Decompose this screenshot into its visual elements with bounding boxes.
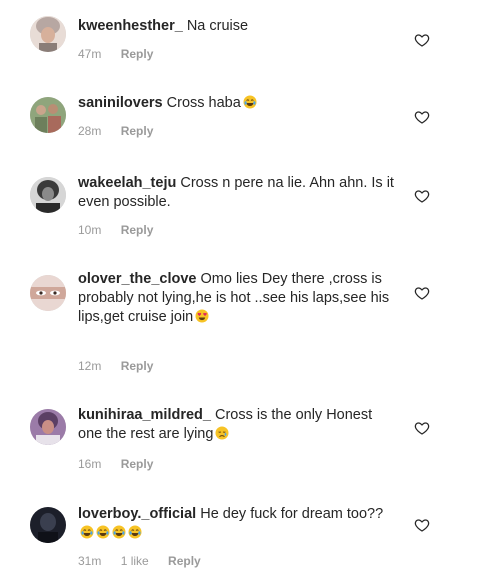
tears-of-joy-emoji-icon <box>112 525 126 539</box>
comment-text-block: loverboy._official He dey fuck for dream… <box>78 505 396 543</box>
avatar[interactable] <box>30 16 66 52</box>
comment-username[interactable]: olover_the_clove <box>78 271 196 287</box>
tears-of-joy-emoji-icon <box>128 525 142 539</box>
reply-button[interactable]: Reply <box>121 124 154 138</box>
comment-text: He dey fuck for dream too?? <box>200 506 384 522</box>
comment-text-block: saninilovers Cross haba <box>78 94 396 113</box>
reply-button[interactable]: Reply <box>168 554 201 568</box>
avatar[interactable] <box>30 275 66 311</box>
comment-time[interactable]: 28m <box>78 124 101 138</box>
tears-of-joy-emoji-icon <box>96 525 110 539</box>
comment-meta: 16m Reply <box>78 457 169 471</box>
comment-meta: 31m 1 like Reply <box>78 554 217 568</box>
comment-username[interactable]: kunihiraa_mildred_ <box>78 407 211 423</box>
avatar[interactable] <box>30 177 66 213</box>
heart-outline-icon[interactable] <box>414 285 430 301</box>
avatar[interactable] <box>30 409 66 445</box>
comment-username[interactable]: wakeelah_teju <box>78 175 176 191</box>
reply-button[interactable]: Reply <box>121 47 154 61</box>
reply-button[interactable]: Reply <box>121 457 154 471</box>
heart-outline-icon[interactable] <box>414 32 430 48</box>
heart-outline-icon[interactable] <box>414 420 430 436</box>
comment-meta: 47m Reply <box>78 47 169 61</box>
heart-outline-icon[interactable] <box>414 188 430 204</box>
comment-time[interactable]: 12m <box>78 359 101 373</box>
like-count[interactable]: 1 like <box>121 554 149 568</box>
comment-time[interactable]: 16m <box>78 457 101 471</box>
crying-face-emoji-icon <box>215 426 229 440</box>
tears-of-joy-emoji-icon <box>243 95 257 109</box>
comment-meta: 10m Reply <box>78 223 169 237</box>
tears-of-joy-emoji-icon <box>80 525 94 539</box>
reply-button[interactable]: Reply <box>121 359 154 373</box>
reply-button[interactable]: Reply <box>121 223 154 237</box>
comment-meta: 12m Reply <box>78 359 169 373</box>
comment-text-block: kunihiraa_mildred_ Cross is the only Hon… <box>78 406 396 444</box>
heart-outline-icon[interactable] <box>414 517 430 533</box>
comment-text: Cross haba <box>166 95 241 111</box>
comment-time[interactable]: 10m <box>78 223 101 237</box>
comment-text-block: wakeelah_teju Cross n pere na lie. Ahn a… <box>78 174 396 212</box>
comment-text: Na cruise <box>186 18 249 34</box>
comment-time[interactable]: 47m <box>78 47 101 61</box>
comment-username[interactable]: loverboy._official <box>78 506 196 522</box>
avatar[interactable] <box>30 97 66 133</box>
avatar[interactable] <box>30 507 66 543</box>
comment-text-block: olover_the_clove Omo lies Dey there ,cro… <box>78 270 396 327</box>
comment-text-block: kweenhesther_ Na cruise <box>78 17 396 36</box>
comment-meta: 28m Reply <box>78 124 169 138</box>
comment-username[interactable]: saninilovers <box>78 95 163 111</box>
heart-outline-icon[interactable] <box>414 109 430 125</box>
heart-eyes-emoji-icon <box>195 309 209 323</box>
comment-time[interactable]: 31m <box>78 554 101 568</box>
comment-username[interactable]: kweenhesther_ <box>78 18 183 34</box>
